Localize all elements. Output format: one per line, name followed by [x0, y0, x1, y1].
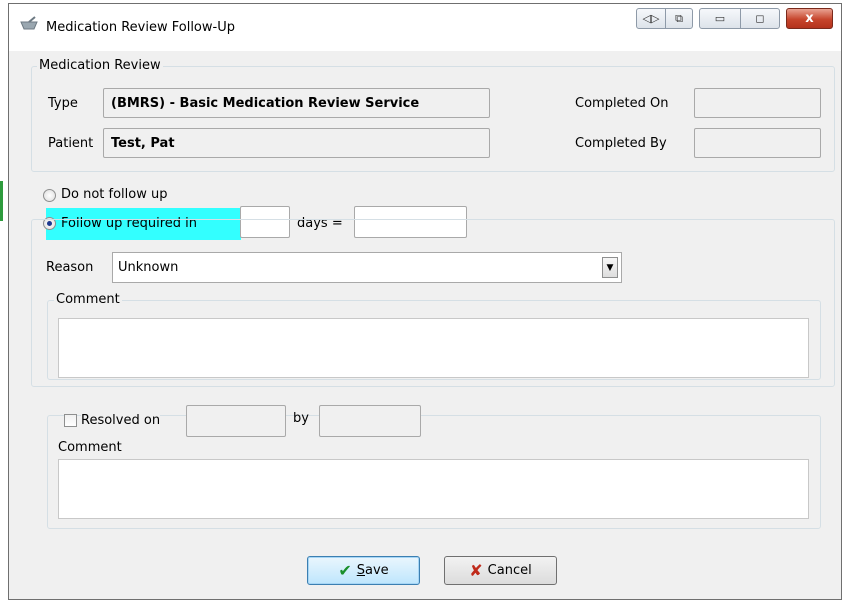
resolution-comment-input[interactable]: [58, 459, 809, 519]
patient-label: Patient: [48, 136, 94, 151]
follow-up-comment-legend: Comment: [54, 292, 122, 307]
medication-review-legend: Medication Review: [37, 58, 163, 73]
completed-on-field: [694, 88, 821, 118]
by-label: by: [293, 411, 309, 426]
reason-label: Reason: [46, 260, 94, 275]
resolved-on-label[interactable]: Resolved on: [81, 413, 161, 428]
type-field: (BMRS) - Basic Medication Review Service: [103, 88, 490, 118]
resolved-on-field: [186, 405, 286, 437]
save-mnemonic: S: [356, 563, 365, 578]
close-button[interactable]: x: [786, 8, 833, 29]
reason-select[interactable]: Unknown ▼: [112, 252, 622, 283]
mortar-pestle-icon: [20, 16, 38, 30]
title-bar[interactable]: Medication Review Follow-Up ◁▷ ⧉ ▭ ◻ x: [9, 4, 841, 51]
background-accent: [0, 181, 3, 221]
completed-by-label: Completed By: [575, 136, 667, 151]
resolved-checkbox[interactable]: [64, 414, 77, 427]
checkmark-icon: ✔: [338, 561, 352, 580]
save-button[interactable]: ✔ Save: [307, 556, 420, 585]
type-value: (BMRS) - Basic Medication Review Service: [111, 96, 420, 111]
window-control-group: ▭ ◻: [699, 8, 780, 29]
resolution-comment-label: Comment: [58, 440, 122, 455]
extra-button-group: ◁▷ ⧉: [636, 8, 693, 29]
cancel-button[interactable]: ✘ Cancel: [444, 556, 557, 585]
dialog-window: Medication Review Follow-Up ◁▷ ⧉ ▭ ◻ x M…: [8, 3, 842, 600]
reason-value: Unknown: [118, 260, 179, 275]
do-not-follow-up-label[interactable]: Do not follow up: [61, 187, 167, 202]
save-label: Save: [357, 563, 389, 578]
resolved-by-field: [319, 405, 421, 437]
save-label-rest: ave: [365, 563, 389, 578]
expand-icon[interactable]: ◁▷: [637, 9, 665, 28]
restore-page-icon[interactable]: ⧉: [665, 9, 692, 28]
cancel-x-icon: ✘: [469, 561, 483, 580]
type-label: Type: [48, 96, 78, 111]
patient-value: Test, Pat: [111, 136, 175, 151]
do-not-follow-up-radio[interactable]: [43, 189, 56, 202]
window-title: Medication Review Follow-Up: [46, 20, 235, 35]
cancel-label: Cancel: [487, 563, 532, 578]
completed-on-label: Completed On: [575, 96, 669, 111]
completed-by-field: [694, 128, 821, 158]
follow-up-comment-input[interactable]: [58, 318, 809, 378]
patient-field: Test, Pat: [103, 128, 490, 158]
maximize-icon[interactable]: ◻: [740, 9, 779, 28]
close-icon: x: [805, 11, 814, 26]
chevron-down-icon[interactable]: ▼: [602, 257, 618, 278]
minimize-icon[interactable]: ▭: [700, 9, 740, 28]
